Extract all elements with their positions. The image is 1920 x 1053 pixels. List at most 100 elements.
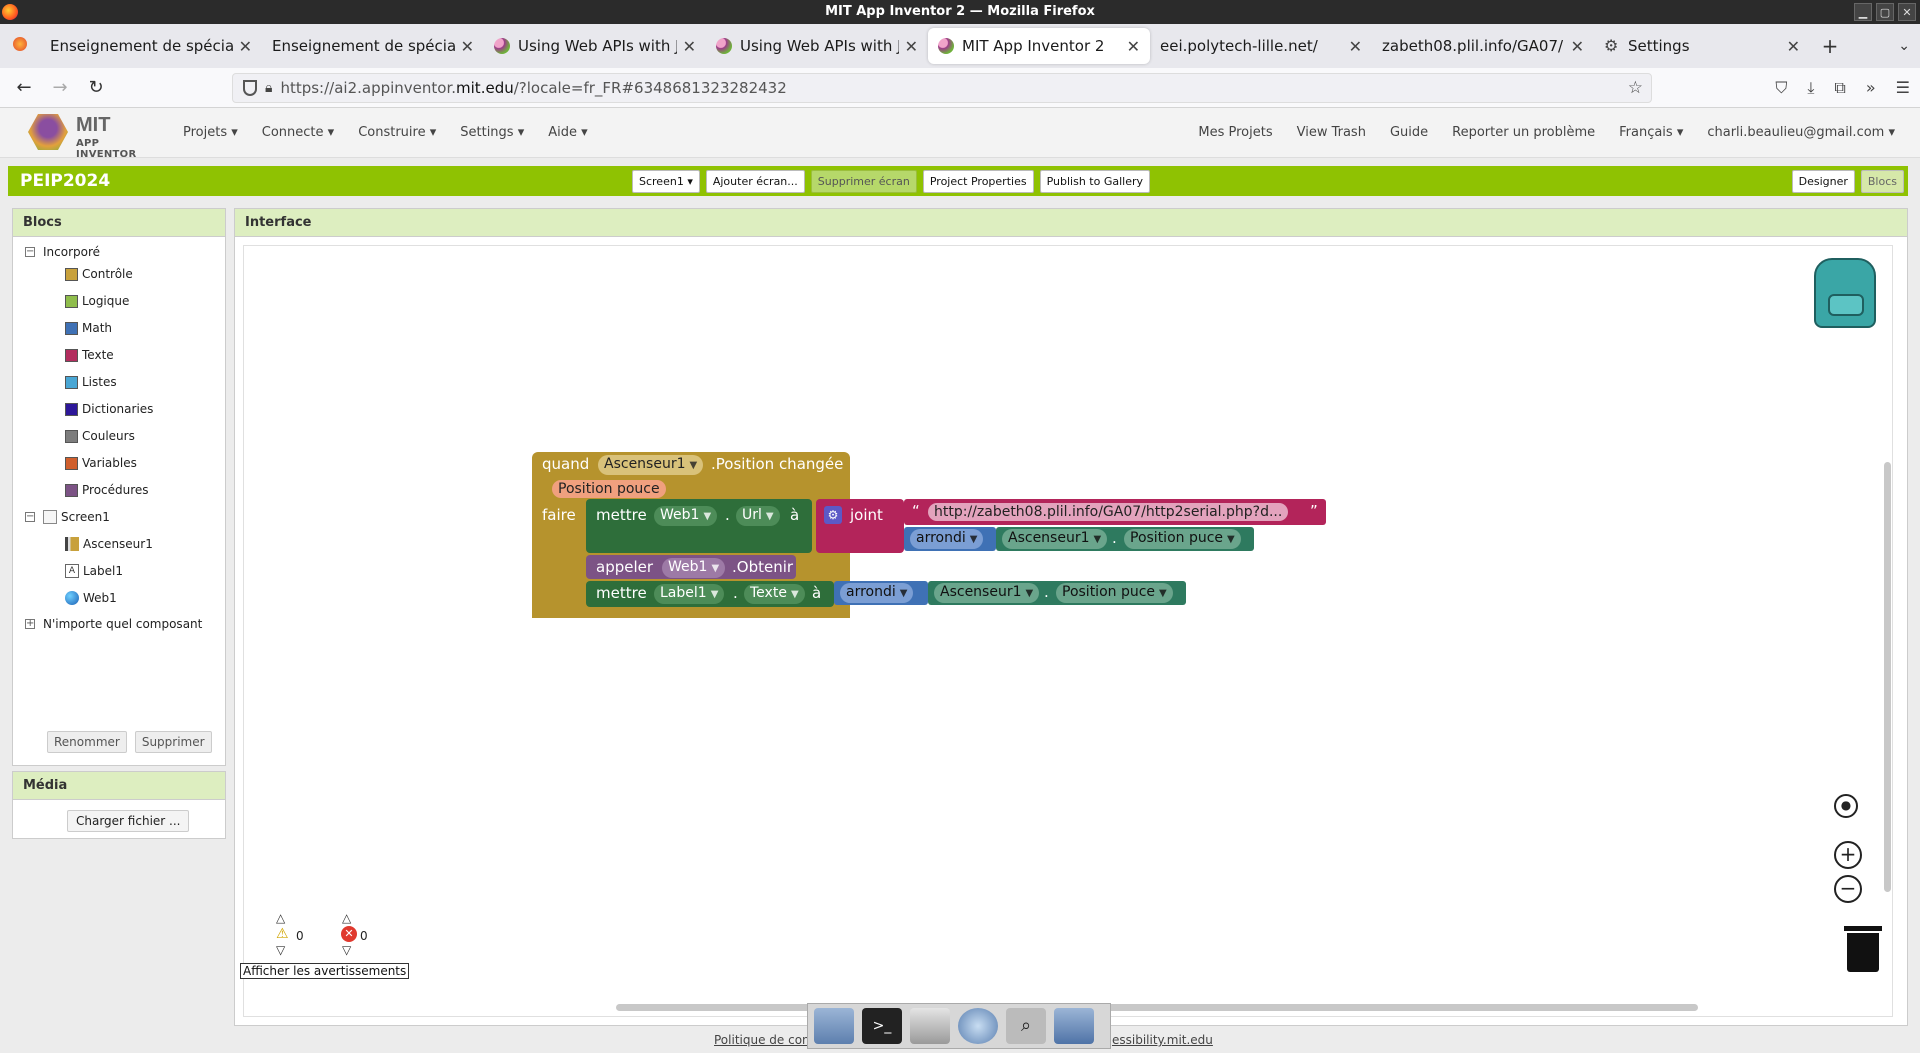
menu-settings[interactable]: Settings ▾ (460, 125, 524, 140)
category-variables[interactable]: Variables (65, 456, 137, 470)
component-web1[interactable]: Web1 (65, 591, 117, 605)
tree-builtin[interactable]: − Incorporé (25, 245, 100, 259)
category-procedures[interactable]: Procédures (65, 483, 149, 497)
error-prev-icon[interactable]: △ (342, 911, 351, 925)
tab-web-apis-1[interactable]: Using Web APIs with JSO ✕ (484, 28, 706, 64)
warning-next-icon[interactable]: ▽ (276, 943, 285, 957)
firefox-view-icon[interactable] (0, 37, 40, 55)
backpack-icon[interactable] (1814, 258, 1876, 328)
blocks-button[interactable]: Blocs (1860, 169, 1904, 193)
report-issue-link[interactable]: Reporter un problème (1452, 125, 1595, 140)
category-texte[interactable]: Texte (65, 348, 114, 362)
menu-connecte[interactable]: Connecte ▾ (262, 125, 334, 140)
category-dictionaries[interactable]: Dictionaries (65, 402, 153, 416)
error-next-icon[interactable]: ▽ (342, 943, 351, 957)
rename-button[interactable]: Renommer (47, 731, 127, 753)
hamburger-menu-icon[interactable]: ☰ (1896, 78, 1910, 98)
search-icon[interactable]: ⌕ (1006, 1008, 1046, 1044)
pocket-icon[interactable]: ⛉ (1775, 78, 1787, 98)
tab-app-inventor[interactable]: MIT App Inventor 2 ✕ (928, 28, 1150, 64)
upload-file-button[interactable]: Charger fichier ... (67, 810, 190, 832)
show-warnings-button[interactable]: Afficher les avertissements (240, 963, 410, 979)
url-text[interactable]: https://ai2.appinventor.mit.edu/?locale=… (280, 79, 786, 97)
trash-icon[interactable] (1844, 922, 1882, 972)
set-prop-dropdown[interactable]: Url ▼ (736, 506, 780, 526)
close-tab-icon[interactable]: ✕ (239, 37, 252, 56)
component-ascenseur1[interactable]: Ascenseur1 (65, 537, 153, 551)
home-folder-icon[interactable] (814, 1008, 854, 1044)
menu-projets[interactable]: Projets ▾ (183, 125, 238, 140)
expand-icon[interactable]: + (25, 619, 35, 629)
event-component-dropdown[interactable]: Ascenseur1 ▼ (598, 455, 704, 475)
appinventor-logo[interactable]: MIT APP INVENTOR (28, 112, 158, 160)
more-tools-icon[interactable]: » (1866, 78, 1876, 98)
call-component-dropdown[interactable]: Web1 ▼ (662, 558, 726, 578)
menu-aide[interactable]: Aide ▾ (548, 125, 587, 140)
set-prop-dropdown[interactable]: Texte ▼ (744, 584, 805, 604)
blocks-workspace[interactable]: quand Ascenseur1 ▼ .Position changée Posi… (243, 245, 1893, 1017)
getter-component-dropdown[interactable]: Ascenseur1 ▼ (934, 583, 1040, 603)
set-component-dropdown[interactable]: Label1 ▼ (654, 584, 725, 604)
tab-polytech[interactable]: eei.polytech-lille.net/ ✕ (1150, 28, 1372, 64)
language-menu[interactable]: Français ▾ (1619, 125, 1683, 140)
lock-icon[interactable]: 🔒︎ (265, 80, 272, 96)
close-tab-icon[interactable]: ✕ (683, 37, 696, 56)
component-label1[interactable]: A Label1 (65, 564, 123, 578)
view-trash-link[interactable]: View Trash (1297, 125, 1366, 140)
list-tabs-icon[interactable]: ⌄ (1898, 38, 1910, 54)
category-listes[interactable]: Listes (65, 375, 117, 389)
close-tab-icon[interactable]: ✕ (1787, 37, 1800, 56)
close-tab-icon[interactable]: ✕ (905, 37, 918, 56)
string-value[interactable]: http://zabeth08.plil.info/GA07/http2seri… (928, 503, 1289, 521)
close-tab-icon[interactable]: ✕ (461, 37, 474, 56)
minimize-button[interactable]: ▁ (1854, 3, 1872, 21)
guide-link[interactable]: Guide (1390, 125, 1428, 140)
getter-component-dropdown[interactable]: Ascenseur1 ▼ (1002, 529, 1108, 549)
reload-icon[interactable]: ↻ (78, 77, 114, 98)
privacy-policy-link[interactable]: Politique de confi (714, 1033, 817, 1047)
publish-gallery-button[interactable]: Publish to Gallery (1039, 169, 1150, 193)
menu-construire[interactable]: Construire ▾ (358, 125, 436, 140)
tab-enseignement-1[interactable]: Enseignement de spécialité ✕ (40, 28, 262, 64)
collapse-icon[interactable]: − (25, 247, 35, 257)
my-projects-link[interactable]: Mes Projets (1198, 125, 1272, 140)
web-browser-icon[interactable] (958, 1008, 998, 1044)
remove-screen-button[interactable]: Supprimer écran (810, 169, 917, 193)
new-tab-button[interactable]: + (1810, 34, 1850, 58)
tracking-shield-icon[interactable] (243, 80, 257, 96)
downloads-icon[interactable]: ⤓ (1807, 78, 1814, 98)
tree-screen1[interactable]: − Screen1 (25, 510, 110, 524)
getter-prop-dropdown[interactable]: Position puce ▼ (1124, 529, 1241, 549)
category-logique[interactable]: Logique (65, 294, 129, 308)
add-screen-button[interactable]: Ajouter écran... (705, 169, 805, 193)
address-bar[interactable]: 🔒︎ https://ai2.appinventor.mit.edu/?loca… (232, 73, 1652, 103)
bookmark-star-icon[interactable]: ☆ (1628, 78, 1643, 98)
category-controle[interactable]: Contrôle (65, 267, 133, 281)
back-icon[interactable]: ← (6, 77, 42, 98)
event-param-pill[interactable]: Position pouce (552, 480, 666, 498)
designer-button[interactable]: Designer (1791, 169, 1855, 193)
category-math[interactable]: Math (65, 321, 112, 335)
tab-web-apis-2[interactable]: Using Web APIs with JSO ✕ (706, 28, 928, 64)
screen-select[interactable]: Screen1 ▾ (632, 169, 700, 193)
round-dropdown[interactable]: arrondi ▼ (840, 583, 914, 603)
workspace-horizontal-scrollbar[interactable] (616, 1004, 1698, 1011)
zoom-in-icon[interactable]: + (1834, 841, 1862, 869)
tab-settings[interactable]: ⚙ Settings ✕ (1594, 28, 1810, 64)
file-cabinet-icon[interactable] (910, 1008, 950, 1044)
set-component-dropdown[interactable]: Web1 ▼ (654, 506, 718, 526)
project-properties-button[interactable]: Project Properties (922, 169, 1034, 193)
warning-prev-icon[interactable]: △ (276, 911, 285, 925)
tab-enseignement-2[interactable]: Enseignement de spécialité ✕ (262, 28, 484, 64)
collapse-icon[interactable]: − (25, 512, 35, 522)
delete-button[interactable]: Supprimer (134, 731, 212, 753)
maximize-button[interactable]: ▢ (1876, 3, 1894, 21)
zoom-out-icon[interactable]: − (1834, 875, 1862, 903)
recenter-icon[interactable]: ● (1834, 794, 1858, 818)
mutator-gear-icon[interactable]: ⚙ (824, 506, 842, 524)
folder-icon[interactable] (1054, 1008, 1094, 1044)
tree-any-component[interactable]: + N'importe quel composant (25, 617, 202, 631)
account-dropdown[interactable]: charli.beaulieu@gmail.com ▾ (1707, 125, 1895, 140)
close-tab-icon[interactable]: ✕ (1571, 37, 1584, 56)
getter-prop-dropdown[interactable]: Position puce ▼ (1056, 583, 1173, 603)
